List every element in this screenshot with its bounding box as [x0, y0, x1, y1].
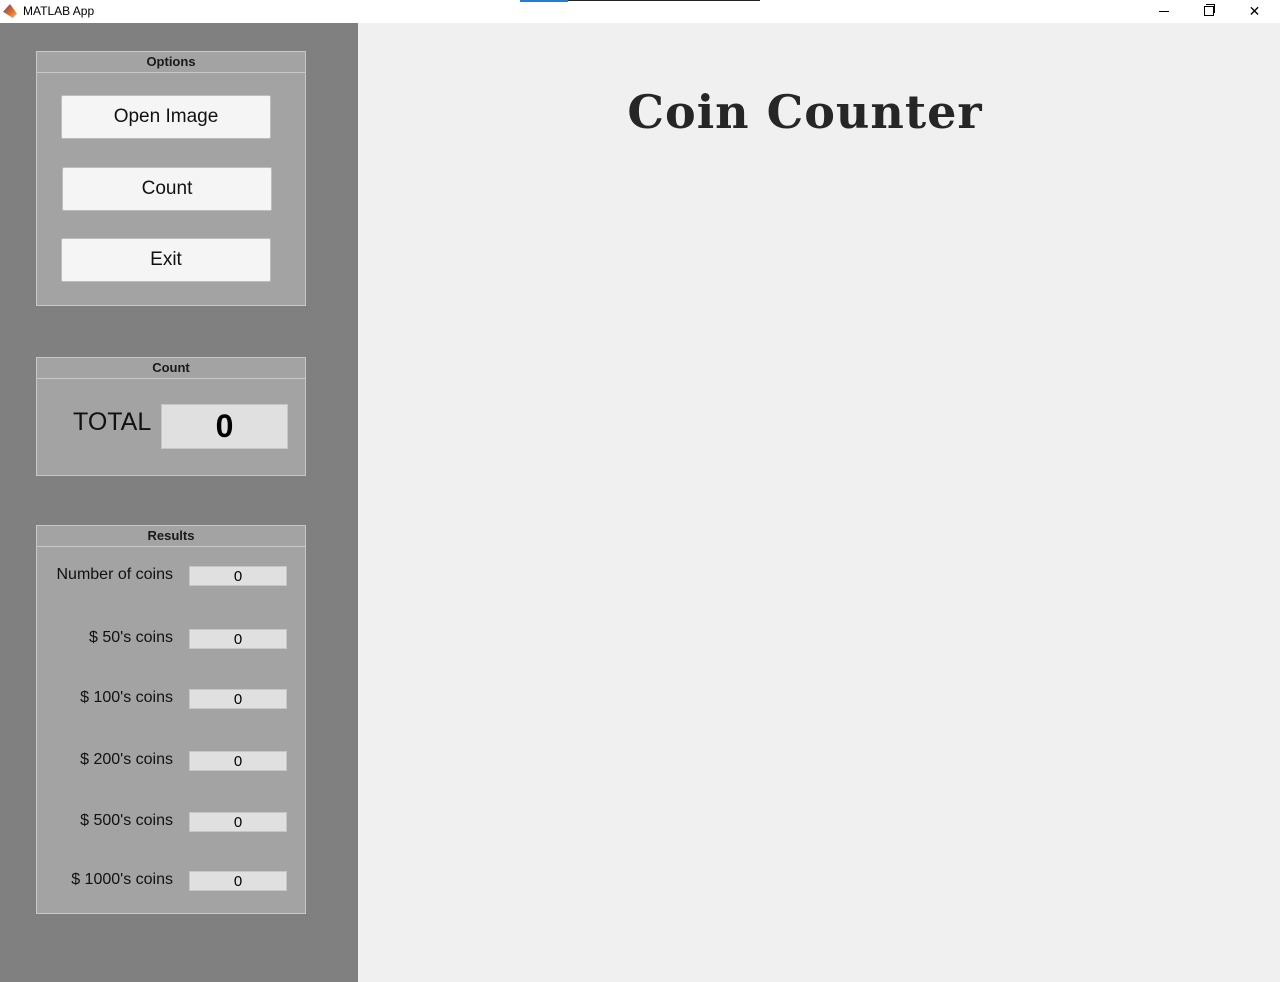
- options-panel-title: Options: [37, 52, 305, 73]
- loading-bar-progress: [520, 0, 568, 2]
- coins-50-field[interactable]: 0: [189, 629, 287, 649]
- close-icon: ✕: [1248, 2, 1261, 19]
- coins-200-field[interactable]: 0: [189, 751, 287, 771]
- restore-button[interactable]: [1186, 0, 1231, 22]
- coins-50-label: $ 50's coins: [89, 629, 173, 646]
- coins-1000-field[interactable]: 0: [189, 871, 287, 891]
- matlab-membrane-icon: [3, 4, 17, 18]
- number-of-coins-field[interactable]: 0: [189, 566, 287, 586]
- total-value-field[interactable]: 0: [161, 404, 288, 449]
- minimize-icon: [1158, 10, 1169, 12]
- open-image-button[interactable]: Open Image: [61, 95, 271, 139]
- coins-500-field[interactable]: 0: [189, 812, 287, 832]
- close-button[interactable]: ✕: [1232, 0, 1277, 22]
- coins-100-field[interactable]: 0: [189, 689, 287, 709]
- results-panel: Results Number of coins 0 $ 50's coins 0…: [36, 525, 306, 914]
- options-panel: Options Open Image Count Exit: [36, 51, 306, 306]
- coins-200-label: $ 200's coins: [80, 751, 173, 768]
- exit-button[interactable]: Exit: [61, 238, 271, 282]
- results-panel-title: Results: [37, 526, 305, 547]
- window-title: MATLAB App: [23, 4, 95, 18]
- coins-100-label: $ 100's coins: [80, 689, 173, 706]
- main-area: Coin Counter: [358, 23, 1280, 982]
- count-panel-title: Count: [37, 358, 305, 379]
- total-label: TOTAL: [73, 408, 152, 436]
- coins-1000-label: $ 1000's coins: [71, 871, 173, 888]
- window-titlebar: MATLAB App ✕: [0, 0, 1280, 23]
- restore-icon: [1203, 4, 1215, 16]
- minimize-button[interactable]: [1141, 0, 1186, 22]
- coins-500-label: $ 500's coins: [80, 812, 173, 829]
- count-button[interactable]: Count: [62, 167, 272, 211]
- app-heading: Coin Counter: [627, 85, 983, 139]
- count-panel: Count TOTAL 0: [36, 357, 306, 476]
- number-of-coins-label: Number of coins: [56, 566, 174, 583]
- sidebar: Options Open Image Count Exit Count TOTA…: [0, 23, 358, 982]
